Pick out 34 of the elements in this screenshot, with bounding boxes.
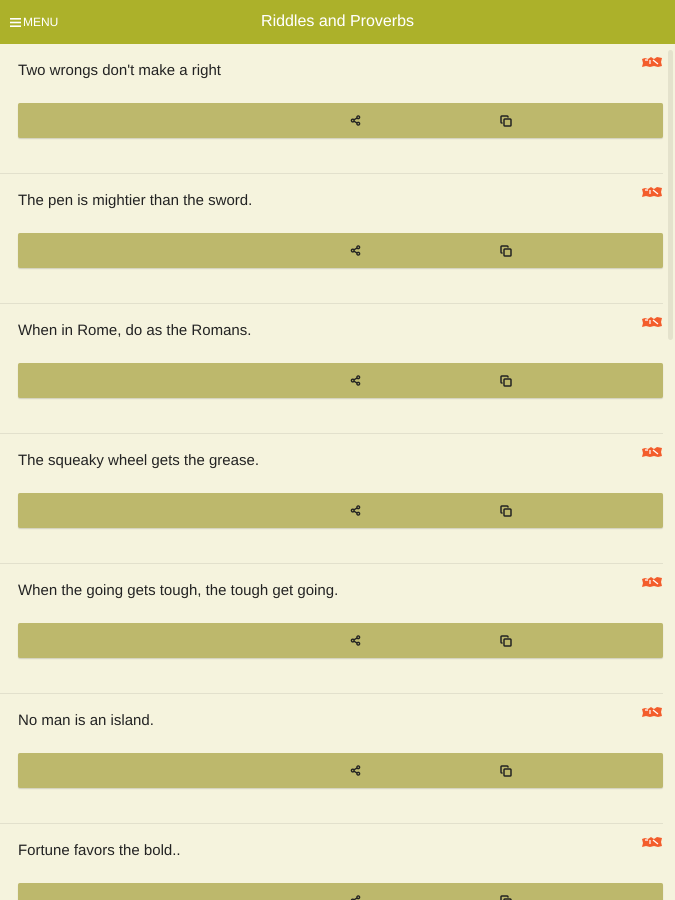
share-button[interactable]	[350, 634, 361, 646]
proverb-text: When in Rome, do as the Romans.	[18, 322, 252, 339]
copy-icon	[500, 244, 512, 256]
copy-button[interactable]	[500, 504, 512, 516]
proverb-text: When the going gets tough, the tough get going.	[18, 582, 338, 599]
share-icon	[350, 634, 361, 646]
copy-button[interactable]	[500, 114, 512, 126]
menu-button[interactable]: MENU	[10, 15, 58, 29]
share-icon	[350, 244, 361, 256]
copy-button[interactable]	[500, 634, 512, 646]
menu-icon	[10, 18, 21, 26]
share-icon	[350, 374, 361, 386]
copy-icon	[500, 374, 512, 386]
proverb-text: Two wrongs don't make a right	[18, 62, 221, 79]
proverb-text: Fortune favors the bold..	[18, 842, 181, 859]
copy-icon	[500, 634, 512, 646]
proverb-text: The pen is mightier than the sword.	[18, 192, 252, 209]
share-button[interactable]	[350, 374, 361, 386]
share-icon	[350, 114, 361, 126]
share-button[interactable]	[350, 244, 361, 256]
copy-icon	[500, 764, 512, 776]
proverb-text: No man is an island.	[18, 712, 154, 729]
share-icon	[350, 504, 361, 516]
copy-icon	[500, 504, 512, 516]
share-button[interactable]	[350, 114, 361, 126]
copy-button[interactable]	[500, 374, 512, 386]
proverb-text: The squeaky wheel gets the grease.	[18, 452, 259, 469]
app-title: Riddles and Proverbs	[261, 13, 414, 30]
share-button[interactable]	[350, 764, 361, 776]
copy-button[interactable]	[500, 764, 512, 776]
copy-button[interactable]	[500, 244, 512, 256]
share-button[interactable]	[350, 504, 361, 516]
share-icon	[350, 764, 361, 776]
copy-icon	[500, 114, 512, 126]
